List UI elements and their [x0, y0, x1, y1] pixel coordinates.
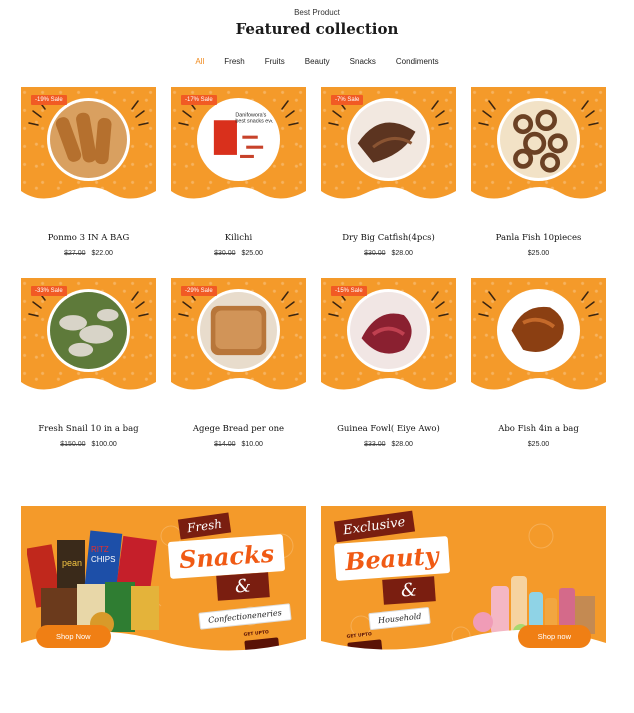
current-price: $10.00	[241, 441, 263, 448]
product-image[interactable]	[497, 98, 580, 181]
old-price: $150.00	[60, 441, 86, 448]
product-image[interactable]	[47, 98, 130, 181]
product-card[interactable]: Panla Fish 10pieces $25.00	[471, 87, 606, 257]
product-image[interactable]	[197, 289, 280, 372]
product-banner[interactable]: -19% Sale	[21, 87, 156, 205]
sale-badge: -33% Sale	[31, 286, 67, 296]
product-prices: $14.00 $10.00	[171, 441, 306, 448]
svg-text:best snacks ever: best snacks ever	[235, 119, 276, 125]
old-price: $30.00	[364, 250, 386, 257]
product-image[interactable]: Danifowora's best snacks ever	[197, 98, 280, 181]
section-header: Best Product Featured collection	[0, 8, 634, 38]
product-card[interactable]: Danifowora's best snacks ever -17% Sale K…	[171, 87, 306, 257]
product-image[interactable]	[497, 289, 580, 372]
banner-wave	[171, 378, 306, 396]
banner-wave	[471, 378, 606, 396]
product-card[interactable]: -29% Sale Agege Bread per one $14.00 $10.…	[171, 278, 306, 448]
product-prices: $30.00 $25.00	[171, 250, 306, 257]
current-price: $25.00	[527, 441, 550, 448]
product-name[interactable]: Abo Fish 4in a bag	[471, 424, 606, 434]
product-banner[interactable]: -7% Sale	[321, 87, 456, 205]
current-price: $28.00	[391, 250, 413, 257]
product-prices: $25.00	[471, 441, 606, 448]
shop-now-button[interactable]: Shop now	[517, 625, 591, 648]
product-card[interactable]: -33% Sale Fresh Snail 10 in a bag $150.0…	[21, 278, 156, 448]
product-prices: $33.00 $28.00	[321, 441, 456, 448]
product-name[interactable]: Kilichi	[171, 233, 306, 243]
sale-badge: -19% Sale	[31, 95, 67, 105]
product-image[interactable]	[347, 289, 430, 372]
promo-banner-beauty[interactable]: Exclusive Beauty & Household GET UPTO50%…	[321, 506, 606, 661]
old-price: $33.00	[364, 441, 386, 448]
promo-amp: &	[216, 572, 270, 601]
product-card[interactable]: -7% Sale Dry Big Catfish(4pcs) $30.00 $28…	[321, 87, 456, 257]
product-banner[interactable]: -29% Sale	[171, 278, 306, 396]
product-card[interactable]: -19% Sale Ponmo 3 IN A BAG $27.00 $22.00	[21, 87, 156, 257]
product-banner[interactable]: Danifowora's best snacks ever -17% Sale	[171, 87, 306, 205]
svg-text:Danifowora's: Danifowora's	[235, 112, 266, 118]
product-banner[interactable]	[471, 278, 606, 396]
product-prices: $30.00 $28.00	[321, 250, 456, 257]
tab-condiments[interactable]: Condiments	[386, 57, 449, 66]
old-price: $30.00	[214, 250, 236, 257]
product-prices: $25.00	[471, 250, 606, 257]
promo-banner-snacks[interactable]: pean RITZ CHIPS Fresh Snacks & Confectio…	[21, 506, 306, 661]
product-name[interactable]: Agege Bread per one	[171, 424, 306, 434]
current-price: $22.00	[91, 250, 113, 257]
product-banner[interactable]: -15% Sale	[321, 278, 456, 396]
category-tabs: All Fresh Fruits Beauty Snacks Condiment…	[0, 57, 634, 66]
current-price: $25.00	[241, 250, 263, 257]
product-prices: $27.00 $22.00	[21, 250, 156, 257]
banner-wave	[321, 378, 456, 396]
section-eyebrow: Best Product	[294, 8, 340, 17]
product-name[interactable]: Guinea Fowl( Eiye Awo)	[321, 424, 456, 434]
product-banner[interactable]: -33% Sale	[21, 278, 156, 396]
tab-fresh[interactable]: Fresh	[214, 57, 254, 66]
sale-badge: -17% Sale	[181, 95, 217, 105]
current-price: $25.00	[527, 250, 550, 257]
banner-wave	[21, 187, 156, 205]
product-name[interactable]: Ponmo 3 IN A BAG	[21, 233, 156, 243]
product-name[interactable]: Panla Fish 10pieces	[471, 233, 606, 243]
current-price: $100.00	[91, 441, 117, 448]
sale-badge: -7% Sale	[331, 95, 364, 105]
product-image[interactable]	[47, 289, 130, 372]
svg-text:RITZ: RITZ	[91, 545, 109, 554]
svg-text:CHIPS: CHIPS	[91, 555, 115, 564]
current-price: $28.00	[391, 441, 413, 448]
product-card[interactable]: -15% Sale Guinea Fowl( Eiye Awo) $33.00 $…	[321, 278, 456, 448]
section-title: Featured collection	[235, 20, 399, 38]
promo-amp: &	[382, 576, 436, 605]
old-price: $14.00	[214, 441, 236, 448]
svg-text:pean: pean	[62, 558, 82, 568]
promo-line2: Beauty	[333, 536, 450, 581]
sale-badge: -29% Sale	[181, 286, 217, 296]
sale-badge: -15% Sale	[331, 286, 367, 296]
shop-now-button[interactable]: Shop Now	[36, 625, 111, 648]
product-image[interactable]	[347, 98, 430, 181]
product-name[interactable]: Dry Big Catfish(4pcs)	[321, 233, 456, 243]
banner-wave	[21, 378, 156, 396]
product-card[interactable]: Abo Fish 4in a bag $25.00	[471, 278, 606, 448]
tab-beauty[interactable]: Beauty	[295, 57, 340, 66]
tab-all[interactable]: All	[185, 57, 214, 66]
banner-wave	[471, 187, 606, 205]
tab-snacks[interactable]: Snacks	[340, 57, 386, 66]
product-banner[interactable]	[471, 87, 606, 205]
old-price: $27.00	[64, 250, 86, 257]
banner-wave	[321, 187, 456, 205]
banner-wave	[171, 187, 306, 205]
product-prices: $150.00 $100.00	[21, 441, 156, 448]
product-name[interactable]: Fresh Snail 10 in a bag	[21, 424, 156, 434]
tab-fruits[interactable]: Fruits	[255, 57, 295, 66]
